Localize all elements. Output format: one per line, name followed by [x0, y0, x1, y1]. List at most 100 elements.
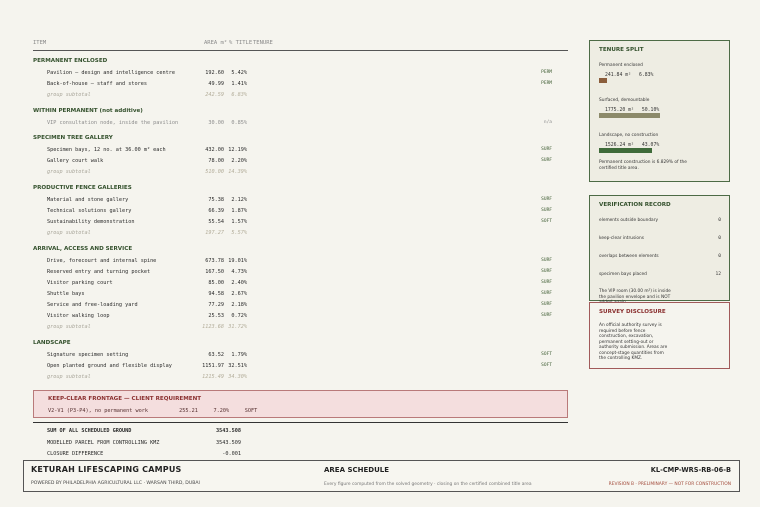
header-rule	[33, 50, 568, 51]
row-tenure: PERM	[541, 81, 552, 86]
row-area: 78.00	[208, 158, 224, 164]
row-pct: 2.67%	[231, 291, 247, 297]
project-subtitle: POWERED BY PHILADELPHIA AGRICULTURAL LLC…	[31, 481, 200, 486]
row-pct: 12.19%	[228, 147, 247, 153]
row-pct: 2.40%	[231, 280, 247, 286]
col-header-pct: % TITLE	[229, 40, 253, 46]
section-title: SPECIMEN TREE GALLERY	[33, 135, 113, 141]
sheet-note: Every figure computed from the solved ge…	[324, 482, 532, 487]
group-subtotal-row: group subtotal 510.00 14.39%	[33, 169, 568, 177]
row-pct: 0.85%	[231, 120, 247, 126]
row-area: 192.60	[205, 70, 224, 76]
subtotal-pct: 14.39%	[228, 169, 247, 175]
drawing-code: KL-CMP-WRS-RB-06-B	[650, 466, 731, 474]
row-area: 432.00	[205, 147, 224, 153]
row-name: Pavilion — design and intelligence centr…	[47, 70, 176, 76]
tenure-area: 241.84 m²	[605, 73, 631, 78]
row-tenure: SURF	[541, 269, 552, 274]
schedule-row: Reserved entry and turning pocket 167.50 4…	[33, 269, 568, 277]
total-value: -0.001	[222, 451, 241, 457]
tenure-split-title: TENURE SPLIT	[599, 47, 644, 53]
verification-label: overlaps between elements	[599, 254, 659, 259]
subtotal-label: group subtotal	[47, 374, 91, 380]
revision-status: REVISION B · PRELIMINARY — NOT FOR CONST…	[608, 482, 731, 487]
group-subtotal-row: group subtotal 1215.49 34.30%	[33, 374, 568, 382]
row-pct: 4.73%	[231, 269, 247, 275]
row-area: 77.29	[208, 302, 224, 308]
verification-label: specimen bays placed	[599, 272, 647, 277]
row-pct: 2.12%	[231, 197, 247, 203]
totals-rule	[33, 422, 568, 423]
row-pct: 0.72%	[231, 313, 247, 319]
verification-item: keep-clear intrusions 0	[599, 236, 721, 244]
total-label: CLOSURE DIFFERENCE	[47, 451, 104, 457]
verification-record-card: VERIFICATION RECORD The VIP room (30.00 …	[589, 195, 730, 305]
col-header-tenure: TENURE	[253, 40, 273, 46]
row-pct: 19.01%	[228, 258, 247, 264]
tenure-label: Surfaced, demountable	[599, 98, 650, 103]
title-block: KETURAH LIFESCAPING CAMPUS POWERED BY PH…	[23, 460, 740, 492]
row-area: 673.78	[205, 258, 224, 264]
row-tenure: n/a	[543, 120, 552, 125]
tenure-bar	[599, 148, 652, 153]
row-pct: 2.20%	[231, 158, 247, 164]
row-tenure: SURF	[541, 302, 552, 307]
schedule-row: Service and free-loading yard 77.29 2.18% S…	[33, 302, 568, 310]
verification-item: elements outside boundary 0	[599, 218, 721, 226]
row-name: Drive, forecourt and internal spine	[47, 258, 157, 264]
row-name: Specimen bays, 12 no. at 36.00 m² each	[47, 147, 166, 153]
verification-title: VERIFICATION RECORD	[599, 202, 671, 208]
schedule-row: Shuttle bays 94.58 2.67% SURF	[33, 291, 568, 299]
col-header-item: ITEM	[33, 40, 47, 46]
schedule-row: Drive, forecourt and internal spine 673.7…	[33, 258, 568, 266]
tenure-label: Landscape, no construction	[599, 133, 659, 138]
subtotal-area: 242.59	[205, 92, 224, 98]
total-row: MODELLED PARCEL FROM CONTROLLING KMZ 3543…	[47, 440, 247, 448]
project-title: KETURAH LIFESCAPING CAMPUS	[31, 465, 182, 474]
section-title: PERMANENT ENCLOSED	[33, 58, 108, 64]
subtotal-pct: 31.72%	[228, 324, 247, 330]
row-name: Visitor walking loop	[47, 313, 110, 319]
row-name: Open planted ground and flexible display	[47, 363, 172, 369]
subtotal-area: 510.00	[205, 169, 224, 175]
row-area: 25.53	[208, 313, 224, 319]
row-name: Shuttle bays	[47, 291, 85, 297]
row-tenure: SOFT	[541, 352, 552, 357]
row-tenure: SURF	[541, 208, 552, 213]
row-name: Visitor parking court	[47, 280, 113, 286]
row-name: Signature specimen setting	[47, 352, 129, 358]
row-name: Technical solutions gallery	[47, 208, 132, 214]
total-row: SUM OF ALL SCHEDULED GROUND 3543.508	[47, 428, 247, 436]
row-tenure: PERM	[541, 70, 552, 75]
schedule-row: Pavilion — design and intelligence centr…	[33, 70, 568, 78]
row-pct: 2.18%	[231, 302, 247, 308]
row-area: 94.58	[208, 291, 224, 297]
keep-clear-row: V2-V1 (P3-P4), no permanent work 255.21 …	[48, 408, 258, 414]
tenure-bar	[599, 78, 608, 83]
row-pct: 32.51%	[228, 363, 247, 369]
row-name: Sustainability demonstration	[47, 219, 135, 225]
row-pct: 5.42%	[231, 70, 247, 76]
tenure-split-card: TENURE SPLIT Permanent construction is 6…	[589, 40, 730, 182]
section-title: WITHIN PERMANENT (not additive)	[33, 108, 143, 114]
schedule-row: Material and stone gallery 75.38 2.12% SURF	[33, 197, 568, 205]
group-subtotal-row: group subtotal 1123.68 31.72%	[33, 324, 568, 332]
row-area: 55.54	[208, 219, 224, 225]
survey-disclosure-title: SURVEY DISCLOSURE	[599, 309, 666, 315]
row-name: Gallery court walk	[47, 158, 104, 164]
schedule-row: Signature specimen setting 63.52 1.79% SOFT	[33, 352, 568, 360]
total-row: CLOSURE DIFFERENCE -0.001	[47, 451, 247, 459]
verification-label: keep-clear intrusions	[599, 236, 644, 241]
verification-value: 12	[715, 272, 721, 277]
row-area: 66.39	[208, 208, 224, 214]
survey-disclosure-card: SURVEY DISCLOSURE An official authority …	[589, 302, 730, 369]
row-name: Back-of-house — staff and stores	[47, 81, 147, 87]
tenure-label: Permanent enclosed	[599, 63, 643, 68]
subtotal-pct: 5.57%	[231, 230, 247, 236]
row-area: 30.00	[208, 120, 224, 126]
row-name: VIP consultation node, inside the pavili…	[47, 120, 179, 126]
subtotal-pct: 34.30%	[228, 374, 247, 380]
group-subtotal-row: group subtotal 242.59 6.83%	[33, 92, 568, 100]
total-value: 3543.509	[216, 439, 241, 446]
sheet-title: AREA SCHEDULE	[324, 466, 389, 474]
